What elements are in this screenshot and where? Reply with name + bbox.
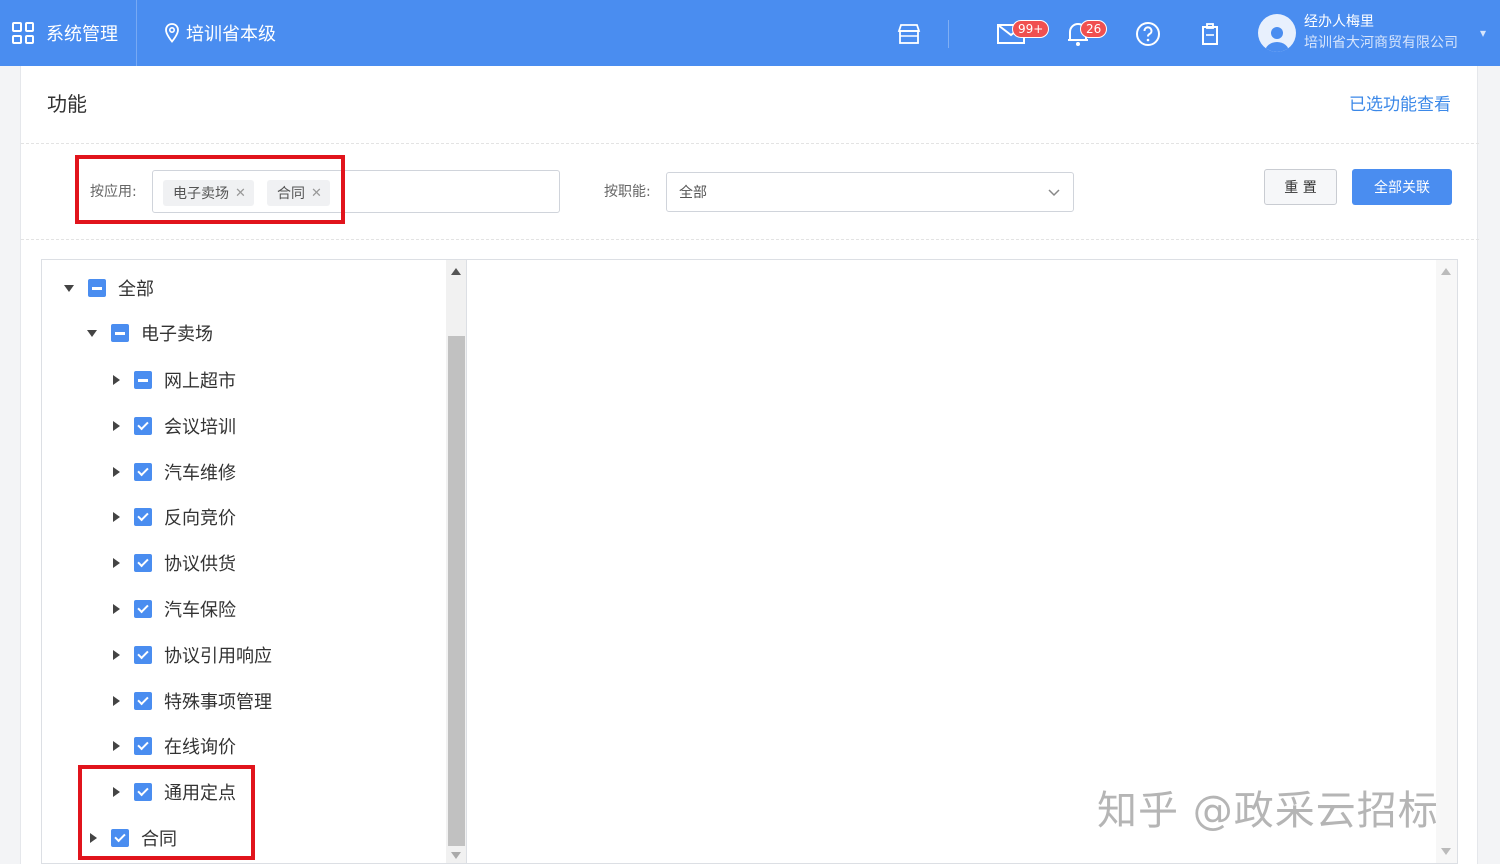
caret-right-icon[interactable] — [113, 741, 120, 751]
tree-node[interactable]: 协议引用响应 — [111, 643, 272, 667]
tree-node-label: 特殊事项管理 — [164, 692, 272, 713]
link-all-button[interactable]: 全部关联 — [1352, 169, 1452, 205]
store-icon[interactable] — [896, 20, 922, 48]
caret-right-icon[interactable] — [113, 558, 120, 568]
checkbox[interactable] — [111, 324, 129, 342]
user-name: 经办人梅里 — [1304, 14, 1374, 30]
chevron-down-icon[interactable]: ▾ — [1480, 26, 1486, 40]
tree-node[interactable]: 在线询价 — [111, 734, 236, 758]
scroll-up-icon[interactable] — [1441, 268, 1451, 275]
tree-node-label: 全部 — [118, 279, 154, 300]
tree-node[interactable]: 特殊事项管理 — [111, 689, 272, 713]
checkbox[interactable] — [134, 417, 152, 435]
tree-node[interactable]: 会议培训 — [111, 414, 236, 438]
caret-right-icon[interactable] — [113, 604, 120, 614]
tree-node-label: 汽车保险 — [164, 600, 236, 621]
reset-button[interactable]: 重 置 — [1264, 169, 1337, 205]
caret-right-icon[interactable] — [113, 467, 120, 477]
clipboard-icon[interactable] — [1198, 20, 1222, 48]
caret-down-icon[interactable] — [64, 284, 74, 292]
highlight-box — [75, 155, 345, 224]
tree-scrollbar[interactable] — [446, 260, 466, 863]
tree-node[interactable]: 电子卖场 — [87, 321, 213, 345]
user-icon — [1258, 14, 1296, 52]
caret-right-icon[interactable] — [113, 696, 120, 706]
mail-badge: 99+ — [1012, 20, 1050, 38]
tree-node-label: 在线询价 — [164, 737, 236, 758]
system-label: 系统管理 — [46, 24, 118, 45]
tree-node[interactable]: 协议供货 — [111, 551, 236, 575]
detail-scrollbar[interactable] — [1436, 260, 1457, 863]
help-icon[interactable] — [1134, 20, 1162, 48]
tree-node-label: 电子卖场 — [141, 324, 213, 345]
detail-pane — [467, 259, 1458, 864]
checkbox[interactable] — [134, 508, 152, 526]
tree-node-label: 汽车维修 — [164, 463, 236, 484]
region-selector[interactable]: 培训省本级 — [164, 0, 276, 66]
page-title: 功能 — [47, 92, 87, 116]
bell-badge: 26 — [1080, 20, 1108, 38]
role-select[interactable]: 全部 — [666, 172, 1074, 212]
location-icon — [165, 23, 179, 43]
user-org: 培训省大河商贸有限公司 — [1304, 35, 1458, 51]
checkbox[interactable] — [134, 737, 152, 755]
checkbox[interactable] — [134, 463, 152, 481]
checkbox[interactable] — [134, 554, 152, 572]
caret-right-icon[interactable] — [113, 375, 120, 385]
tree-node-label: 网上超市 — [164, 371, 236, 392]
scroll-down-icon[interactable] — [1441, 848, 1451, 855]
checkbox[interactable] — [134, 371, 152, 389]
region-label: 培训省本级 — [186, 24, 276, 45]
caret-right-icon[interactable] — [113, 421, 120, 431]
tree-node-label: 会议培训 — [164, 417, 236, 438]
tree-node[interactable]: 全部 — [64, 276, 154, 300]
scroll-thumb[interactable] — [448, 336, 465, 846]
tree-node-label: 协议供货 — [164, 554, 236, 575]
tree-node[interactable]: 汽车维修 — [111, 460, 236, 484]
caret-right-icon[interactable] — [113, 512, 120, 522]
scroll-up-icon[interactable] — [451, 268, 461, 275]
highlight-box — [78, 765, 255, 860]
grid-icon — [12, 22, 34, 44]
role-select-value: 全部 — [679, 185, 707, 201]
watermark: 知乎 @政采云招标 — [1097, 788, 1439, 834]
system-menu[interactable]: 系统管理 — [0, 0, 137, 66]
tree-node[interactable]: 反向竞价 — [111, 505, 236, 529]
tree-node-label: 反向竞价 — [164, 508, 236, 529]
divider — [948, 20, 949, 48]
divider — [21, 143, 1479, 144]
top-bar: 系统管理 培训省本级 99+ 26 经办人梅里 培训省大河商贸有限公司 ▾ — [0, 0, 1500, 66]
checkbox[interactable] — [88, 279, 106, 297]
tree-node[interactable]: 网上超市 — [111, 368, 236, 392]
tree-node[interactable]: 汽车保险 — [111, 597, 236, 621]
caret-right-icon[interactable] — [113, 650, 120, 660]
checkbox[interactable] — [134, 646, 152, 664]
chevron-down-icon — [1048, 189, 1060, 197]
checkbox[interactable] — [134, 600, 152, 618]
checkbox[interactable] — [134, 692, 152, 710]
user-menu[interactable]: 经办人梅里 培训省大河商贸有限公司 — [1258, 10, 1458, 56]
caret-down-icon[interactable] — [87, 329, 97, 337]
tree-node-label: 协议引用响应 — [164, 646, 272, 667]
scroll-down-icon[interactable] — [451, 852, 461, 859]
view-selected-link[interactable]: 已选功能查看 — [1349, 90, 1451, 115]
divider — [21, 239, 1479, 240]
role-filter-label: 按职能: — [604, 184, 651, 200]
